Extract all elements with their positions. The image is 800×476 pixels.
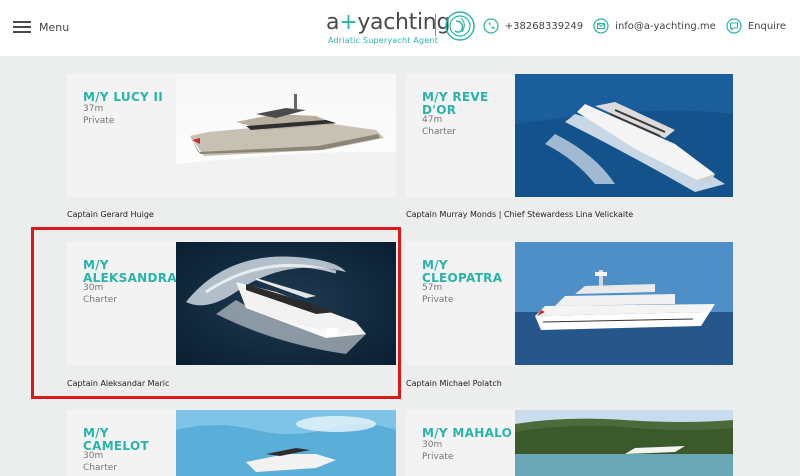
- phone-number[interactable]: +38268339249: [505, 21, 583, 32]
- contact-bar: +38268339249 info@a-yachting.me Enquire: [473, 18, 786, 34]
- yacht-name[interactable]: M/Y LUCY II: [83, 91, 163, 104]
- selection-highlight: [31, 227, 401, 399]
- yacht-photo-lucy-ii[interactable]: [176, 74, 396, 197]
- yacht-photo-camelot[interactable]: [176, 410, 396, 476]
- phone-link[interactable]: +38268339249: [483, 18, 583, 34]
- menu-icon[interactable]: [13, 20, 31, 34]
- yacht-card-reve-dor[interactable]: M/Y REVE D'OR 47m Charter: [406, 74, 515, 197]
- yacht-name[interactable]: M/Y CAMELOT: [83, 427, 149, 453]
- yacht-length: 30m: [83, 451, 104, 461]
- email-address[interactable]: info@a-yachting.me: [615, 21, 716, 32]
- yacht-card-cleopatra[interactable]: M/Y CLEOPATRA 57m Private: [406, 242, 515, 365]
- logo-swirl-icon: [445, 11, 475, 41]
- phone-icon: [483, 18, 499, 34]
- menu-button[interactable]: Menu: [13, 20, 69, 34]
- yacht-caption: Captain Murray Monds | Chief Stewardess …: [406, 210, 634, 219]
- yacht-photo-mahalo[interactable]: [515, 410, 733, 476]
- yacht-length: 37m: [83, 104, 104, 114]
- yacht-card-lucy-ii[interactable]: M/Y LUCY II 37m Private: [67, 74, 176, 197]
- yacht-type: Private: [422, 295, 454, 305]
- yacht-caption: Captain Michael Polatch: [406, 379, 502, 388]
- yacht-name[interactable]: M/Y REVE D'OR: [422, 91, 489, 117]
- email-icon: [593, 18, 609, 34]
- site-header: Menu a+yachting Adriatic Superyacht Agen…: [0, 0, 800, 56]
- menu-label[interactable]: Menu: [39, 21, 69, 34]
- logo-wordmark: a+yachting: [326, 10, 451, 35]
- logo-tagline: Adriatic Superyacht Agent: [328, 36, 439, 45]
- site-logo[interactable]: a+yachting Adriatic Superyacht Agent: [326, 8, 486, 48]
- yacht-card-mahalo[interactable]: M/Y MAHALO 30m Private: [406, 410, 515, 476]
- yacht-photo-cleopatra[interactable]: [515, 242, 733, 365]
- yacht-length: 30m: [422, 440, 443, 450]
- yacht-photo-reve-dor[interactable]: [515, 74, 733, 197]
- yacht-length: 57m: [422, 283, 443, 293]
- email-link[interactable]: info@a-yachting.me: [593, 18, 716, 34]
- yacht-name[interactable]: M/Y MAHALO: [422, 427, 512, 440]
- yacht-type: Private: [422, 452, 454, 462]
- enquire-label[interactable]: Enquire: [748, 21, 786, 32]
- enquire-icon: [726, 18, 742, 34]
- yacht-type: Charter: [83, 463, 117, 473]
- enquire-link[interactable]: Enquire: [726, 18, 786, 34]
- yacht-card-camelot[interactable]: M/Y CAMELOT 30m Charter: [67, 410, 176, 476]
- yacht-caption: Captain Gerard Huige: [67, 210, 154, 219]
- yacht-name[interactable]: M/Y CLEOPATRA: [422, 259, 502, 285]
- logo-divider: [435, 14, 436, 36]
- yacht-type: Private: [83, 116, 115, 126]
- yacht-length: 47m: [422, 115, 443, 125]
- yacht-type: Charter: [422, 127, 456, 137]
